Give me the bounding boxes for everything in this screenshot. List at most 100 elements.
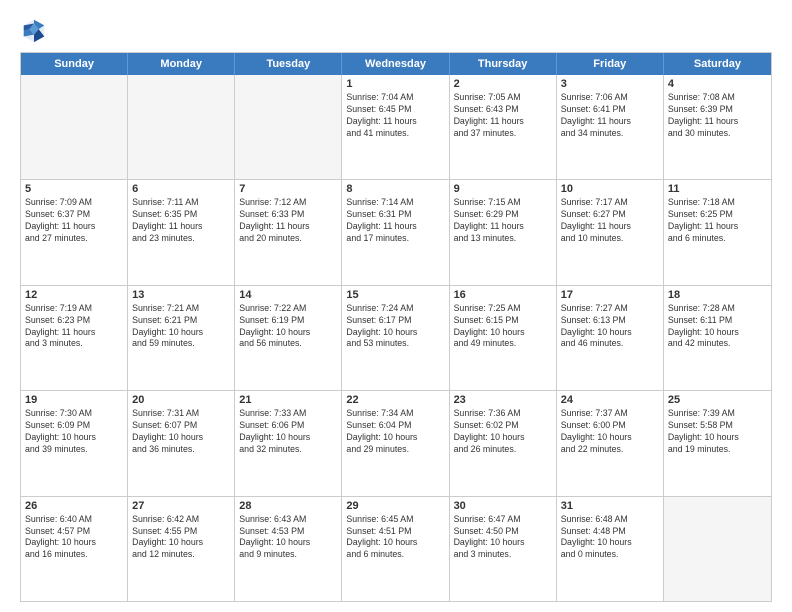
cell-info-15: Sunrise: 7:24 AM Sunset: 6:17 PM Dayligh… [346,303,444,351]
header-day-friday: Friday [557,53,664,75]
day-number-22: 22 [346,394,444,406]
cell-info-5: Sunrise: 7:09 AM Sunset: 6:37 PM Dayligh… [25,197,123,245]
day-number-27: 27 [132,500,230,512]
calendar-row-4: 26 Sunrise: 6:40 AM Sunset: 4:57 PM Dayli… [21,496,771,601]
calendar-cell-12: 12 Sunrise: 7:19 AM Sunset: 6:23 PM Dayli… [21,286,128,390]
day-number-23: 23 [454,394,552,406]
calendar-cell-25: 25 Sunrise: 7:39 AM Sunset: 5:58 PM Dayli… [664,391,771,495]
day-number-2: 2 [454,78,552,90]
header-day-tuesday: Tuesday [235,53,342,75]
calendar-header: SundayMondayTuesdayWednesdayThursdayFrid… [21,53,771,75]
cell-info-18: Sunrise: 7:28 AM Sunset: 6:11 PM Dayligh… [668,303,767,351]
calendar-row-1: 5 Sunrise: 7:09 AM Sunset: 6:37 PM Daylig… [21,179,771,284]
calendar-cell-15: 15 Sunrise: 7:24 AM Sunset: 6:17 PM Dayli… [342,286,449,390]
calendar-cell-20: 20 Sunrise: 7:31 AM Sunset: 6:07 PM Dayli… [128,391,235,495]
calendar-cell-5: 5 Sunrise: 7:09 AM Sunset: 6:37 PM Daylig… [21,180,128,284]
cell-info-2: Sunrise: 7:05 AM Sunset: 6:43 PM Dayligh… [454,92,552,140]
page: SundayMondayTuesdayWednesdayThursdayFrid… [0,0,792,612]
day-number-7: 7 [239,183,337,195]
day-number-8: 8 [346,183,444,195]
calendar-cell-31: 31 Sunrise: 6:48 AM Sunset: 4:48 PM Dayli… [557,497,664,601]
day-number-11: 11 [668,183,767,195]
header-day-monday: Monday [128,53,235,75]
day-number-4: 4 [668,78,767,90]
cell-info-31: Sunrise: 6:48 AM Sunset: 4:48 PM Dayligh… [561,514,659,562]
cell-info-19: Sunrise: 7:30 AM Sunset: 6:09 PM Dayligh… [25,408,123,456]
day-number-29: 29 [346,500,444,512]
day-number-3: 3 [561,78,659,90]
day-number-6: 6 [132,183,230,195]
day-number-5: 5 [25,183,123,195]
calendar-cell-14: 14 Sunrise: 7:22 AM Sunset: 6:19 PM Dayli… [235,286,342,390]
calendar-cell-3: 3 Sunrise: 7:06 AM Sunset: 6:41 PM Daylig… [557,75,664,179]
day-number-1: 1 [346,78,444,90]
cell-info-20: Sunrise: 7:31 AM Sunset: 6:07 PM Dayligh… [132,408,230,456]
cell-info-26: Sunrise: 6:40 AM Sunset: 4:57 PM Dayligh… [25,514,123,562]
calendar-cell-21: 21Sunrise: 7:33 AM Sunset: 6:06 PM Dayli… [235,391,342,495]
calendar-cell-28: 28Sunrise: 6:43 AM Sunset: 4:53 PM Dayli… [235,497,342,601]
day-number-17: 17 [561,289,659,301]
cell-info-16: Sunrise: 7:25 AM Sunset: 6:15 PM Dayligh… [454,303,552,351]
calendar-cell-empty-0-0 [21,75,128,179]
cell-info-7: Sunrise: 7:12 AM Sunset: 6:33 PM Dayligh… [239,197,337,245]
calendar-cell-4: 4 Sunrise: 7:08 AM Sunset: 6:39 PM Daylig… [664,75,771,179]
header-day-wednesday: Wednesday [342,53,449,75]
calendar-row-2: 12 Sunrise: 7:19 AM Sunset: 6:23 PM Dayli… [21,285,771,390]
calendar-cell-30: 30Sunrise: 6:47 AM Sunset: 4:50 PM Dayli… [450,497,557,601]
cell-info-6: Sunrise: 7:11 AM Sunset: 6:35 PM Dayligh… [132,197,230,245]
day-number-16: 16 [454,289,552,301]
calendar-cell-6: 6 Sunrise: 7:11 AM Sunset: 6:35 PM Daylig… [128,180,235,284]
calendar: SundayMondayTuesdayWednesdayThursdayFrid… [20,52,772,602]
header-day-saturday: Saturday [664,53,771,75]
cell-info-1: Sunrise: 7:04 AM Sunset: 6:45 PM Dayligh… [346,92,444,140]
calendar-body: 1 Sunrise: 7:04 AM Sunset: 6:45 PM Daylig… [21,75,771,601]
cell-info-21: Sunrise: 7:33 AM Sunset: 6:06 PM Dayligh… [239,408,337,456]
cell-info-10: Sunrise: 7:17 AM Sunset: 6:27 PM Dayligh… [561,197,659,245]
day-number-12: 12 [25,289,123,301]
calendar-cell-27: 27 Sunrise: 6:42 AM Sunset: 4:55 PM Dayli… [128,497,235,601]
cell-info-23: Sunrise: 7:36 AM Sunset: 6:02 PM Dayligh… [454,408,552,456]
calendar-cell-23: 23 Sunrise: 7:36 AM Sunset: 6:02 PM Dayli… [450,391,557,495]
calendar-cell-29: 29Sunrise: 6:45 AM Sunset: 4:51 PM Dayli… [342,497,449,601]
calendar-cell-16: 16 Sunrise: 7:25 AM Sunset: 6:15 PM Dayli… [450,286,557,390]
day-number-9: 9 [454,183,552,195]
cell-info-17: Sunrise: 7:27 AM Sunset: 6:13 PM Dayligh… [561,303,659,351]
cell-info-9: Sunrise: 7:15 AM Sunset: 6:29 PM Dayligh… [454,197,552,245]
day-number-10: 10 [561,183,659,195]
day-number-14: 14 [239,289,337,301]
calendar-cell-17: 17 Sunrise: 7:27 AM Sunset: 6:13 PM Dayli… [557,286,664,390]
calendar-cell-8: 8 Sunrise: 7:14 AM Sunset: 6:31 PM Daylig… [342,180,449,284]
calendar-cell-26: 26 Sunrise: 6:40 AM Sunset: 4:57 PM Dayli… [21,497,128,601]
calendar-cell-7: 7 Sunrise: 7:12 AM Sunset: 6:33 PM Daylig… [235,180,342,284]
cell-info-14: Sunrise: 7:22 AM Sunset: 6:19 PM Dayligh… [239,303,337,351]
logo-icon [20,16,48,44]
day-number-15: 15 [346,289,444,301]
calendar-cell-10: 10 Sunrise: 7:17 AM Sunset: 6:27 PM Dayli… [557,180,664,284]
cell-info-24: Sunrise: 7:37 AM Sunset: 6:00 PM Dayligh… [561,408,659,456]
day-number-26: 26 [25,500,123,512]
day-number-20: 20 [132,394,230,406]
logo [20,16,52,44]
cell-info-8: Sunrise: 7:14 AM Sunset: 6:31 PM Dayligh… [346,197,444,245]
cell-info-11: Sunrise: 7:18 AM Sunset: 6:25 PM Dayligh… [668,197,767,245]
cell-info-25: Sunrise: 7:39 AM Sunset: 5:58 PM Dayligh… [668,408,767,456]
calendar-cell-13: 13Sunrise: 7:21 AM Sunset: 6:21 PM Dayli… [128,286,235,390]
cell-info-3: Sunrise: 7:06 AM Sunset: 6:41 PM Dayligh… [561,92,659,140]
day-number-13: 13 [132,289,230,301]
calendar-cell-9: 9 Sunrise: 7:15 AM Sunset: 6:29 PM Daylig… [450,180,557,284]
day-number-25: 25 [668,394,767,406]
calendar-row-3: 19Sunrise: 7:30 AM Sunset: 6:09 PM Dayli… [21,390,771,495]
calendar-row-0: 1 Sunrise: 7:04 AM Sunset: 6:45 PM Daylig… [21,75,771,179]
calendar-cell-18: 18 Sunrise: 7:28 AM Sunset: 6:11 PM Dayli… [664,286,771,390]
day-number-30: 30 [454,500,552,512]
header-day-sunday: Sunday [21,53,128,75]
cell-info-4: Sunrise: 7:08 AM Sunset: 6:39 PM Dayligh… [668,92,767,140]
day-number-31: 31 [561,500,659,512]
cell-info-28: Sunrise: 6:43 AM Sunset: 4:53 PM Dayligh… [239,514,337,562]
day-number-18: 18 [668,289,767,301]
calendar-cell-2: 2 Sunrise: 7:05 AM Sunset: 6:43 PM Daylig… [450,75,557,179]
calendar-cell-empty-0-1 [128,75,235,179]
cell-info-12: Sunrise: 7:19 AM Sunset: 6:23 PM Dayligh… [25,303,123,351]
cell-info-27: Sunrise: 6:42 AM Sunset: 4:55 PM Dayligh… [132,514,230,562]
cell-info-22: Sunrise: 7:34 AM Sunset: 6:04 PM Dayligh… [346,408,444,456]
